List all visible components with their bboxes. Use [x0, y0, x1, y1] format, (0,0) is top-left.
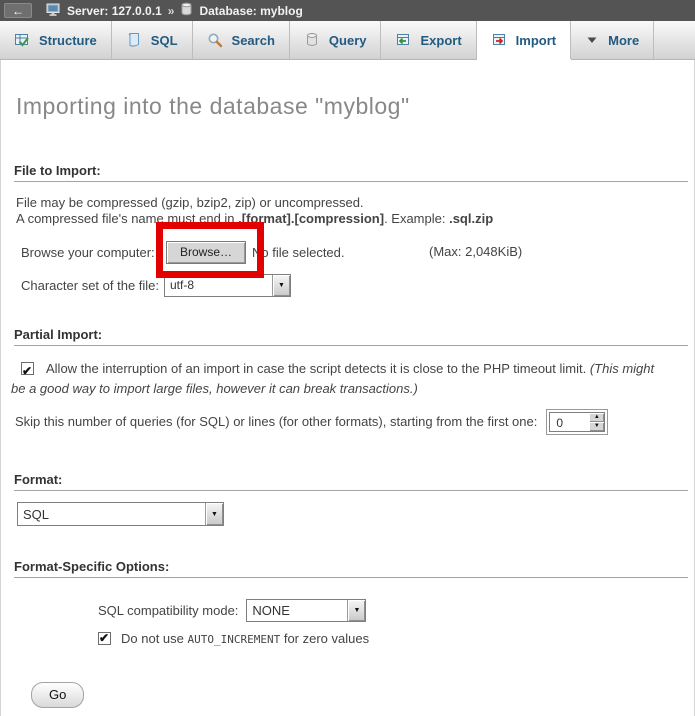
tab-label: Query — [329, 33, 367, 48]
query-icon — [304, 32, 320, 48]
tab-structure[interactable]: Structure — [0, 21, 112, 59]
charset-select[interactable]: utf-8 ▼ — [164, 274, 291, 297]
tab-label: More — [608, 33, 639, 48]
auto-increment-checkbox[interactable] — [98, 632, 111, 645]
dropdown-arrow-icon: ▼ — [205, 503, 223, 525]
tab-export[interactable]: Export — [381, 21, 476, 59]
page-title: Importing into the database "myblog" — [1, 60, 694, 120]
structure-icon — [14, 32, 30, 48]
export-icon — [395, 32, 411, 48]
no-file-selected-text: No file selected. — [252, 245, 345, 260]
browse-row: Browse your computer: Browse… No file se… — [1, 240, 694, 264]
tab-label: Search — [232, 33, 275, 48]
tab-query[interactable]: Query — [290, 21, 382, 59]
breadcrumb-server[interactable]: Server: 127.0.0.1 — [67, 4, 162, 18]
section-heading-partial-import: Partial Import: — [14, 327, 688, 346]
section-heading-format: Format: — [14, 472, 688, 491]
section-heading-format-options: Format-Specific Options: — [14, 559, 688, 578]
breadcrumb-separator: » — [168, 4, 175, 18]
max-upload-size: (Max: 2,048KiB) — [429, 244, 522, 259]
browse-button[interactable]: Browse… — [166, 241, 246, 264]
skip-queries-row: Skip this number of queries (for SQL) or… — [15, 408, 694, 435]
tab-label: Export — [420, 33, 461, 48]
search-icon — [207, 32, 223, 48]
dropdown-arrow-icon: ▼ — [272, 275, 290, 296]
tab-bar: Structure SQL Search Query — [0, 21, 695, 60]
sql-compatibility-row: SQL compatibility mode: NONE ▼ — [98, 598, 694, 622]
tab-import[interactable]: Import — [477, 21, 571, 59]
import-page: Importing into the database "myblog" Fil… — [0, 60, 695, 716]
go-button[interactable]: Go — [31, 682, 84, 708]
sql-compatibility-select[interactable]: NONE ▼ — [246, 599, 366, 622]
skip-queries-input[interactable]: 0 — [550, 413, 589, 431]
import-icon — [491, 32, 507, 48]
tab-label: Import — [516, 33, 556, 48]
tab-label: SQL — [151, 33, 178, 48]
spinner-down-icon[interactable]: ▼ — [589, 422, 604, 431]
browse-label: Browse your computer: — [21, 245, 166, 260]
dropdown-arrow-icon: ▼ — [347, 600, 365, 621]
breadcrumb-bar: ← Server: 127.0.0.1 » Database: myblog — [0, 0, 695, 21]
allow-interruption-checkbox[interactable] — [21, 362, 34, 375]
charset-label: Character set of the file: — [21, 278, 164, 293]
allow-interruption-label: Allow the interruption of an import in c… — [46, 361, 590, 376]
format-select[interactable]: SQL ▼ — [17, 502, 224, 526]
sql-compatibility-label: SQL compatibility mode: — [98, 603, 238, 618]
skip-queries-field: 0 ▲ ▼ — [546, 409, 608, 435]
server-icon — [46, 2, 61, 20]
back-arrow-icon: ← — [12, 5, 24, 17]
spinner-up-icon[interactable]: ▲ — [589, 413, 604, 422]
tab-search[interactable]: Search — [193, 21, 290, 59]
tab-sql[interactable]: SQL — [112, 21, 193, 59]
database-icon — [180, 2, 193, 19]
tab-label: Structure — [39, 33, 97, 48]
section-heading-file-to-import: File to Import: — [14, 163, 688, 182]
chevron-down-icon — [585, 33, 599, 47]
allow-interruption-row: Allow the interruption of an import in c… — [11, 359, 666, 399]
sql-icon — [126, 32, 142, 48]
compression-info-text: File may be compressed (gzip, bzip2, zip… — [16, 195, 694, 227]
back-button[interactable]: ← — [4, 3, 32, 18]
breadcrumb-database[interactable]: Database: myblog — [199, 4, 302, 18]
skip-queries-label: Skip this number of queries (for SQL) or… — [15, 414, 537, 429]
format-row: SQL ▼ — [17, 502, 694, 526]
auto-increment-row: Do not use AUTO_INCREMENT for zero value… — [98, 631, 694, 646]
tab-more[interactable]: More — [571, 21, 654, 59]
charset-row: Character set of the file: utf-8 ▼ — [1, 274, 694, 297]
auto-increment-label: Do not use AUTO_INCREMENT for zero value… — [121, 631, 369, 646]
